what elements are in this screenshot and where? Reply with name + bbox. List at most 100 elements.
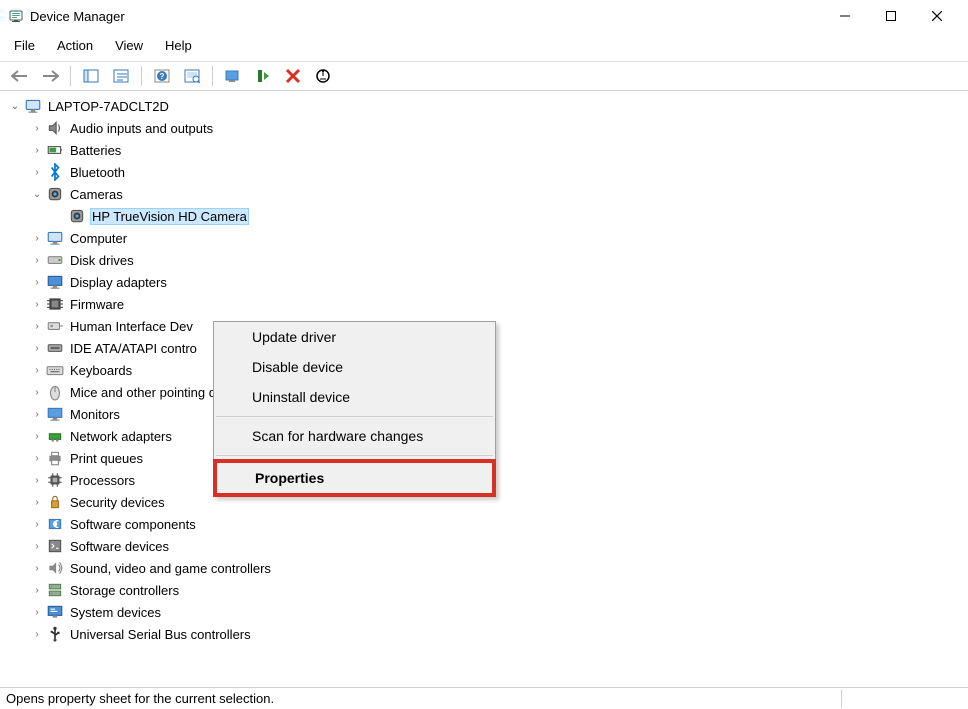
expand-icon[interactable]: ›	[30, 275, 44, 289]
menu-view[interactable]: View	[105, 34, 153, 57]
security-icon	[46, 493, 64, 511]
collapse-icon[interactable]: ⌄	[30, 187, 44, 201]
display-icon	[46, 273, 64, 291]
tree-category[interactable]: › System devices	[30, 601, 968, 623]
tree-category-label: Display adapters	[68, 274, 169, 291]
menu-file[interactable]: File	[4, 34, 45, 57]
enable-device-button[interactable]	[251, 64, 275, 88]
tree-category-label: Audio inputs and outputs	[68, 120, 215, 137]
context-menu-item-disable-device[interactable]: Disable device	[214, 352, 495, 382]
show-hide-button[interactable]	[79, 64, 103, 88]
tree-category[interactable]: › Storage controllers	[30, 579, 968, 601]
update-driver-button[interactable]	[221, 64, 245, 88]
expand-icon[interactable]: ›	[30, 429, 44, 443]
help-button[interactable]: ?	[150, 64, 174, 88]
tree-category-label: Sound, video and game controllers	[68, 560, 273, 577]
tree-category[interactable]: › Display adapters	[30, 271, 968, 293]
system-icon	[46, 603, 64, 621]
tree-category-label: Batteries	[68, 142, 123, 159]
expand-icon[interactable]: ›	[30, 451, 44, 465]
device-tree[interactable]: ⌄ LAPTOP-7ADCLT2D › Audio inputs and out…	[0, 91, 968, 688]
expand-icon[interactable]: ›	[30, 363, 44, 377]
context-menu-item-update-driver[interactable]: Update driver	[214, 322, 495, 352]
expand-icon[interactable]: ›	[30, 517, 44, 531]
processor-icon	[46, 471, 64, 489]
expand-icon[interactable]: ›	[30, 539, 44, 553]
menubar: File Action View Help	[0, 32, 968, 61]
tree-category[interactable]: › Audio inputs and outputs	[30, 117, 968, 139]
tree-category[interactable]: › Mice and other pointing devices	[30, 381, 968, 403]
tree-root-node[interactable]: ⌄ LAPTOP-7ADCLT2D	[8, 95, 968, 117]
tree-category-label: Human Interface Dev	[68, 318, 195, 335]
monitor-icon	[46, 405, 64, 423]
tree-category[interactable]: › Computer	[30, 227, 968, 249]
tree-category[interactable]: › Human Interface Dev	[30, 315, 968, 337]
bluetooth-icon	[46, 163, 64, 181]
tree-category[interactable]: › Firmware	[30, 293, 968, 315]
print-icon	[46, 449, 64, 467]
tree-category[interactable]: › Security devices	[30, 491, 968, 513]
expand-icon[interactable]: ›	[30, 253, 44, 267]
forward-button[interactable]	[38, 64, 62, 88]
minimize-button[interactable]	[822, 1, 868, 31]
ide-icon	[46, 339, 64, 357]
tree-category[interactable]: › Keyboards	[30, 359, 968, 381]
tree-category-label: Monitors	[68, 406, 122, 423]
tree-category[interactable]: › Bluetooth	[30, 161, 968, 183]
keyboard-icon	[46, 361, 64, 379]
expand-icon[interactable]: ›	[30, 385, 44, 399]
expand-icon[interactable]: ›	[30, 605, 44, 619]
context-menu: Update driverDisable deviceUninstall dev…	[213, 321, 496, 497]
tree-category[interactable]: › Print queues	[30, 447, 968, 469]
tree-category[interactable]: › Disk drives	[30, 249, 968, 271]
tree-category[interactable]: › Universal Serial Bus controllers	[30, 623, 968, 645]
tree-root-label: LAPTOP-7ADCLT2D	[46, 98, 171, 115]
expand-icon[interactable]: ›	[30, 165, 44, 179]
menu-action[interactable]: Action	[47, 34, 103, 57]
tree-category[interactable]: › Software components	[30, 513, 968, 535]
uninstall-device-button[interactable]	[281, 64, 305, 88]
battery-icon	[46, 141, 64, 159]
tree-category[interactable]: › Processors	[30, 469, 968, 491]
expand-icon[interactable]: ›	[30, 583, 44, 597]
close-button[interactable]	[914, 1, 960, 31]
network-icon	[46, 427, 64, 445]
camera-icon	[68, 207, 86, 225]
tree-category[interactable]: › Batteries	[30, 139, 968, 161]
context-menu-item-scan-for-hardware-changes[interactable]: Scan for hardware changes	[214, 421, 495, 451]
tree-category[interactable]: › Monitors	[30, 403, 968, 425]
disable-device-button[interactable]	[311, 64, 335, 88]
tree-category-label: Bluetooth	[68, 164, 127, 181]
tree-device[interactable]: HP TrueVision HD Camera	[52, 205, 968, 227]
expand-icon[interactable]: ›	[30, 143, 44, 157]
back-button[interactable]	[8, 64, 32, 88]
expand-icon[interactable]: ›	[30, 407, 44, 421]
tree-category[interactable]: › Sound, video and game controllers	[30, 557, 968, 579]
expand-icon[interactable]: ›	[30, 121, 44, 135]
properties-button[interactable]	[109, 64, 133, 88]
expand-icon[interactable]: ›	[30, 341, 44, 355]
tree-category-label: System devices	[68, 604, 163, 621]
window-controls	[822, 1, 960, 31]
context-menu-item-uninstall-device[interactable]: Uninstall device	[214, 382, 495, 412]
tree-category[interactable]: › IDE ATA/ATAPI contro	[30, 337, 968, 359]
tree-category-label: Storage controllers	[68, 582, 181, 599]
scan-hardware-button[interactable]	[180, 64, 204, 88]
tree-category-label: Network adapters	[68, 428, 174, 445]
sound-icon	[46, 559, 64, 577]
expand-icon[interactable]: ›	[30, 561, 44, 575]
tree-category[interactable]: › Network adapters	[30, 425, 968, 447]
tree-category[interactable]: › Software devices	[30, 535, 968, 557]
expand-icon[interactable]: ›	[30, 231, 44, 245]
maximize-button[interactable]	[868, 1, 914, 31]
context-menu-separator	[216, 455, 493, 456]
context-menu-item-properties[interactable]: Properties	[217, 463, 492, 493]
expand-icon[interactable]: ›	[30, 627, 44, 641]
collapse-icon[interactable]: ⌄	[8, 99, 22, 113]
expand-icon[interactable]: ›	[30, 495, 44, 509]
expand-icon[interactable]: ›	[30, 319, 44, 333]
tree-category[interactable]: ⌄ Cameras	[30, 183, 968, 205]
expand-icon[interactable]: ›	[30, 473, 44, 487]
menu-help[interactable]: Help	[155, 34, 202, 57]
expand-icon[interactable]: ›	[30, 297, 44, 311]
